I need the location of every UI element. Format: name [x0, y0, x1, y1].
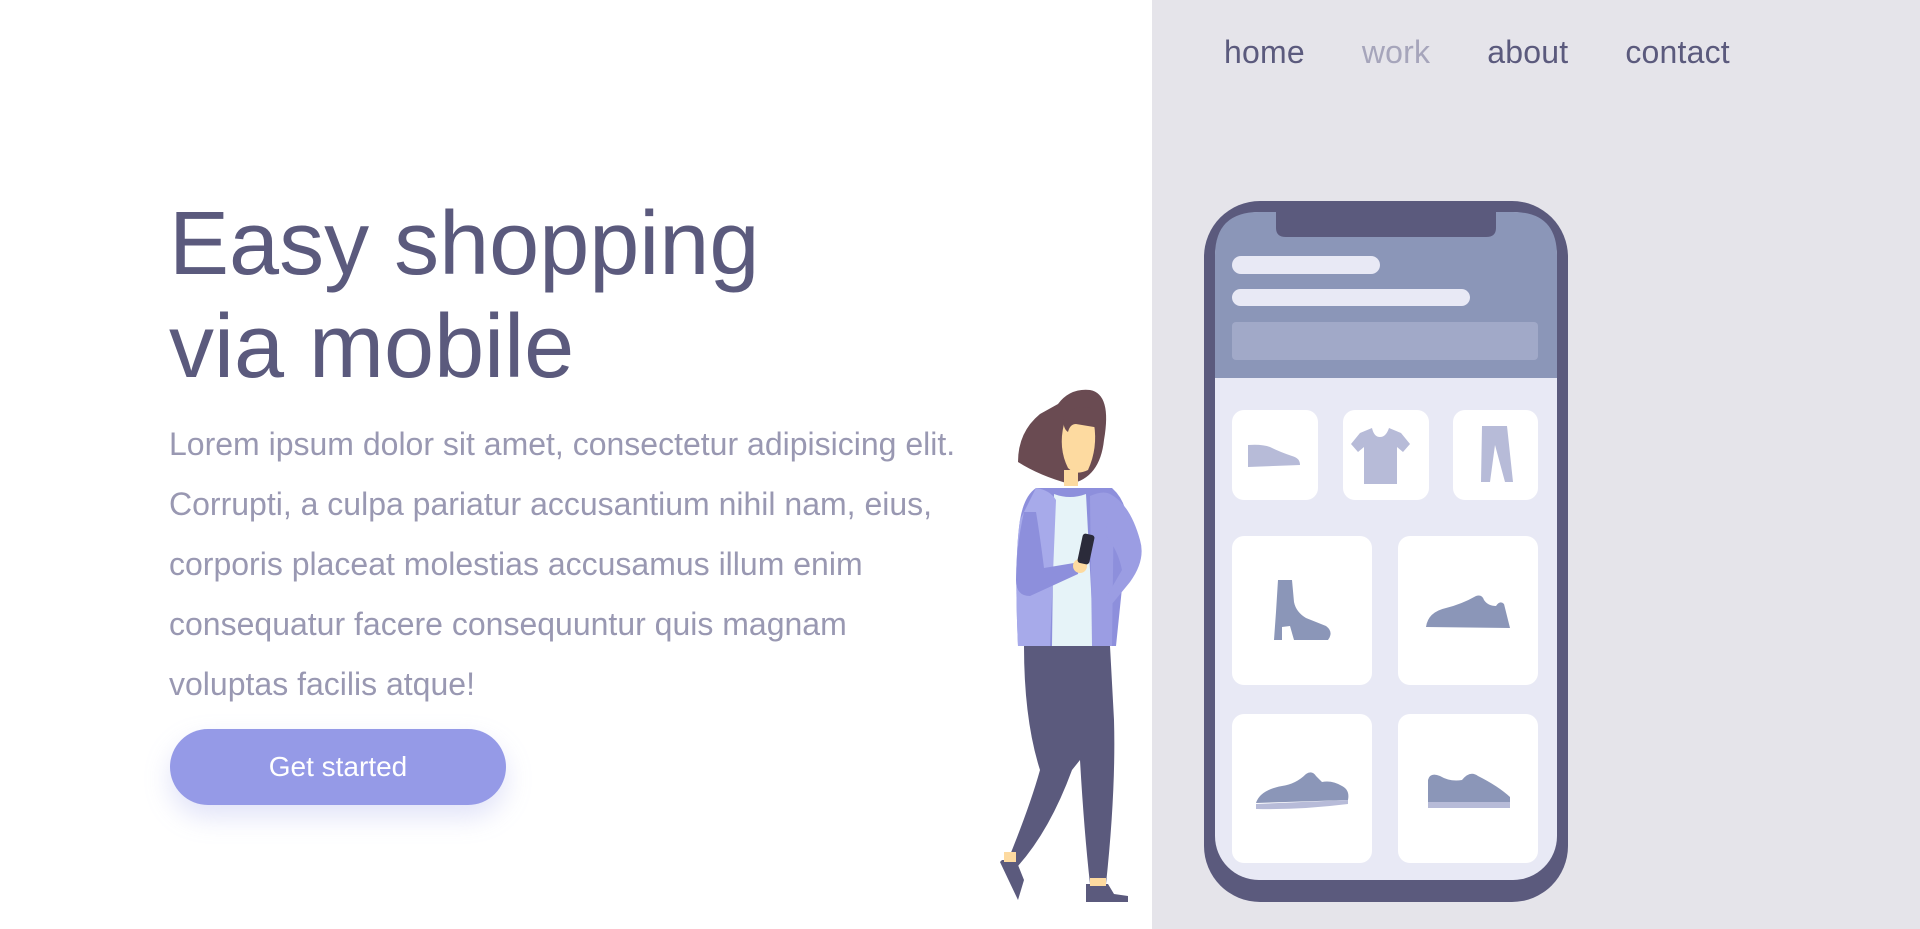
main-nav: home work about contact [1224, 34, 1730, 71]
hero-title-line-2: via mobile [169, 297, 575, 397]
hero-description-line: Corrupti, a culpa pariatur accusantium n… [169, 486, 933, 522]
right-panel [1152, 0, 1920, 929]
hero-description-line: Lorem ipsum dolor sit amet, consectetur … [169, 426, 956, 462]
get-started-button[interactable]: Get started [170, 729, 506, 805]
hero-description: Lorem ipsum dolor sit amet, consectetur … [169, 414, 1039, 714]
hero-description-line: voluptas facilis atque! [169, 666, 475, 702]
nav-home[interactable]: home [1224, 34, 1305, 71]
hero-description-line: corporis placeat molestias accusamus ill… [169, 546, 863, 582]
nav-work[interactable]: work [1362, 34, 1430, 71]
hero-description-line: consequatur facere consequuntur quis mag… [169, 606, 847, 642]
phone-in-hand-icon [1077, 533, 1095, 565]
nav-about[interactable]: about [1487, 34, 1568, 71]
hero-title-line-1: Easy shopping [169, 194, 760, 294]
nav-contact[interactable]: contact [1625, 34, 1730, 71]
hero-title: Easy shopping via mobile [169, 193, 869, 399]
